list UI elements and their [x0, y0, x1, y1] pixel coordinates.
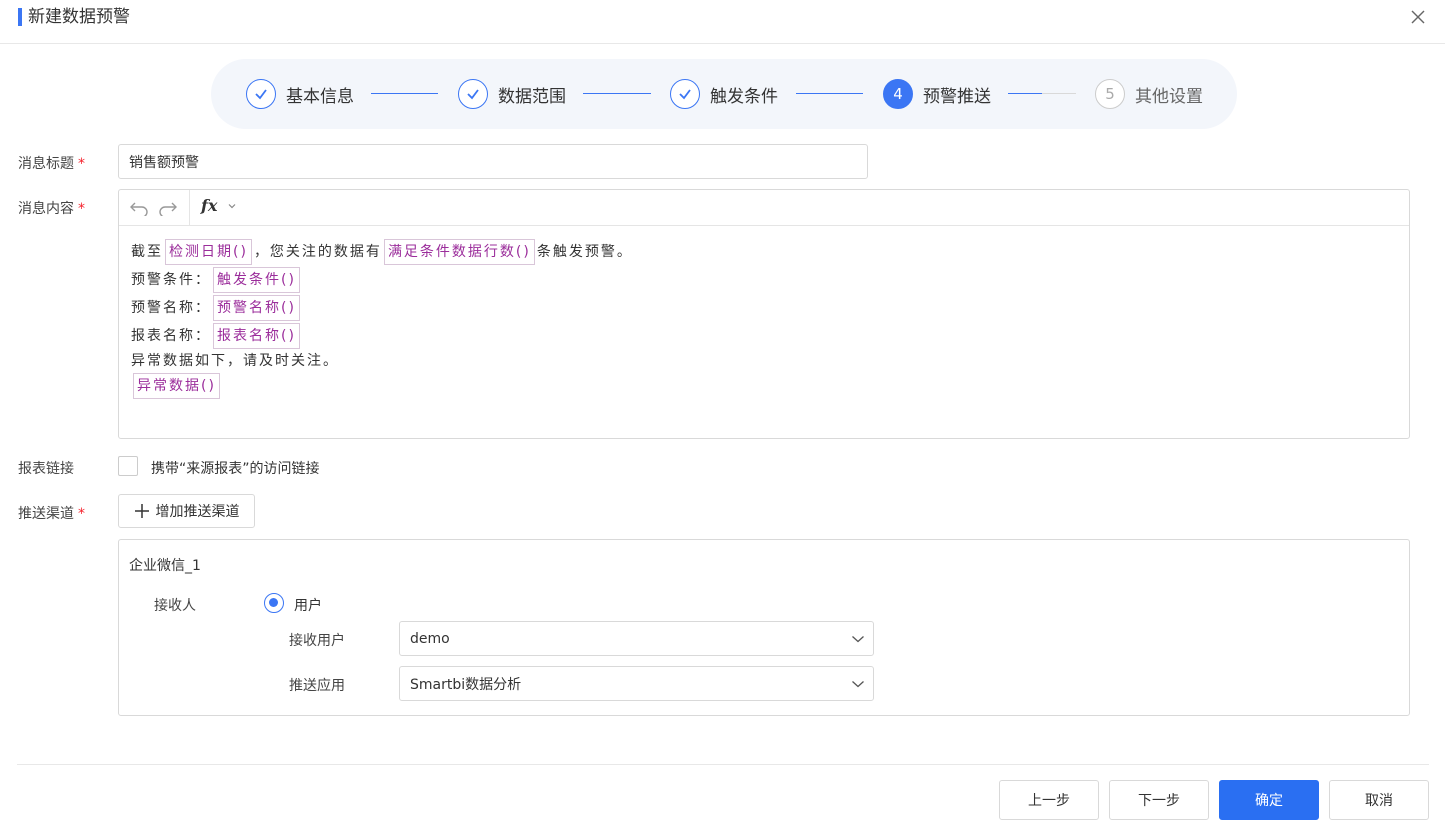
report-link-label: 报表链接 [18, 461, 74, 477]
editor-content[interactable]: 截至 检测日期() ，您关注的数据有 满足条件数据行数() 条触发预警。 预警条… [131, 238, 633, 400]
new-data-alert-dialog: 新建数据预警 基本信息 数据范围 触发条件 4 预警推送 5 其他设置 消息标题… [0, 0, 1445, 829]
function-tag[interactable]: 检测日期() [165, 239, 252, 265]
function-tag[interactable]: 异常数据() [133, 373, 220, 399]
report-link-checkbox-text[interactable]: 携带“来源报表”的访问链接 [151, 458, 320, 478]
msg-title-input[interactable]: 销售额预警 [118, 144, 868, 179]
step-data-range[interactable]: 数据范围 [458, 79, 566, 109]
content-line: 异常数据如下，请及时关注。 [131, 353, 339, 369]
push-app-select[interactable]: Smartbi数据分析 [399, 666, 874, 701]
step-connector [583, 93, 651, 94]
prev-step-button[interactable]: 上一步 [999, 780, 1099, 820]
toolbar-divider [189, 190, 190, 226]
check-icon [246, 79, 276, 109]
content-line: 预警名称： 预警名称() [131, 294, 633, 322]
radio-dot [269, 598, 278, 607]
content-line: 异常数据() [131, 372, 633, 400]
recv-user-select[interactable]: demo [399, 621, 874, 656]
chevron-down-icon [852, 636, 864, 643]
step-label: 其他设置 [1135, 86, 1203, 107]
channel-panel: 企业微信_1 接收人 用户 接收用户 demo 推送应用 Smartbi数据分析 [118, 539, 1410, 716]
editor-toolbar: fx [119, 190, 1409, 226]
chevron-down-icon[interactable] [226, 200, 238, 212]
step-number: 4 [883, 79, 913, 109]
content-line: 预警条件： 触发条件() [131, 266, 633, 294]
redo-icon[interactable] [157, 197, 179, 219]
push-app-label: 推送应用 [289, 678, 345, 694]
cancel-button[interactable]: 取消 [1329, 780, 1429, 820]
channel-title: 企业微信_1 [129, 558, 201, 574]
step-other-settings[interactable]: 5 其他设置 [1095, 79, 1203, 109]
step-number: 5 [1095, 79, 1125, 109]
plus-icon [134, 504, 149, 518]
content-line: 截至 检测日期() ，您关注的数据有 满足条件数据行数() 条触发预警。 [131, 238, 633, 266]
msg-content-editor[interactable]: fx 截至 检测日期() ，您关注的数据有 满足条件数据行数() 条触发预警。 … [118, 189, 1410, 439]
step-connector [796, 93, 863, 94]
receiver-label: 接收人 [154, 598, 196, 614]
report-link-checkbox[interactable] [118, 456, 138, 476]
title-accent-bar [18, 8, 22, 26]
required-mark: * [78, 156, 85, 172]
step-connector [371, 93, 438, 94]
dialog-header: 新建数据预警 [0, 0, 1445, 44]
step-trigger-condition[interactable]: 触发条件 [670, 79, 778, 109]
msg-content-label: 消息内容 * [18, 201, 85, 217]
dialog-title: 新建数据预警 [28, 7, 130, 27]
step-label: 数据范围 [498, 86, 566, 107]
required-mark: * [78, 506, 85, 522]
step-connector [1008, 93, 1076, 94]
check-icon [670, 79, 700, 109]
step-label: 触发条件 [710, 86, 778, 107]
msg-title-label: 消息标题 * [18, 156, 85, 172]
fx-function-button[interactable]: fx [201, 196, 217, 215]
function-tag[interactable]: 满足条件数据行数() [383, 239, 535, 265]
close-icon[interactable] [1409, 8, 1427, 26]
step-basic-info[interactable]: 基本信息 [246, 79, 354, 109]
function-tag[interactable]: 触发条件() [213, 267, 300, 293]
receiver-user-radio[interactable] [264, 593, 284, 613]
function-tag[interactable]: 预警名称() [213, 295, 300, 321]
chevron-down-icon [852, 681, 864, 688]
required-mark: * [78, 201, 85, 217]
undo-icon[interactable] [128, 197, 150, 219]
check-icon [458, 79, 488, 109]
recv-user-label: 接收用户 [289, 633, 345, 649]
function-tag[interactable]: 报表名称() [213, 323, 300, 349]
wizard-steps: 基本信息 数据范围 触发条件 4 预警推送 5 其他设置 [211, 59, 1237, 129]
push-channel-label: 推送渠道 * [18, 506, 85, 522]
step-label: 基本信息 [286, 86, 354, 107]
next-step-button[interactable]: 下一步 [1109, 780, 1209, 820]
confirm-button[interactable]: 确定 [1219, 780, 1319, 820]
footer-divider [17, 764, 1429, 765]
step-alert-push[interactable]: 4 预警推送 [883, 79, 991, 109]
add-push-channel-button[interactable]: 增加推送渠道 [118, 494, 255, 528]
step-label: 预警推送 [923, 86, 991, 107]
receiver-user-radio-label[interactable]: 用户 [294, 595, 322, 615]
content-line: 报表名称： 报表名称() [131, 322, 633, 350]
